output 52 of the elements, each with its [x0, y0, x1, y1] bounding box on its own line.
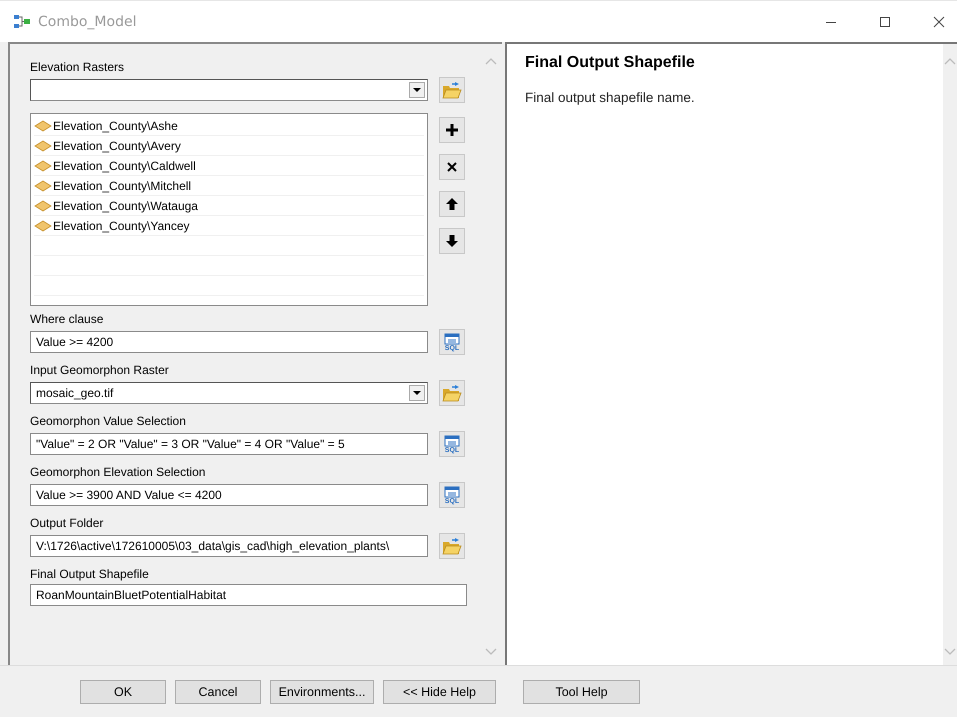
table-icon: [444, 434, 460, 446]
list-item[interactable]: Elevation_County\Ashe: [53, 118, 178, 132]
text-field[interactable]: RoanMountainBluetPotentialHabitat: [30, 584, 467, 606]
folder-icon: [442, 81, 462, 99]
close-icon: [445, 160, 459, 174]
dropdown-field[interactable]: [30, 79, 428, 101]
text-field[interactable]: "Value" = 2 OR "Value" = 3 OR "Value" = 4 OR "Value" = 5: [30, 433, 428, 455]
down-arrow-icon: [445, 234, 459, 248]
list-item[interactable]: Elevation_County\Caldwell: [53, 158, 196, 172]
raster-list[interactable]: Elevation_County\Ashe Elevation_County\Avery Elevation_County\Caldwell Elevation_County\Mitchell Elevation_County\Watauga Elevation_County\Yancey: [30, 113, 428, 306]
add-button[interactable]: [439, 117, 465, 143]
parameter-label: Geomorphon Elevation Selection: [30, 465, 206, 479]
table-icon: [444, 486, 460, 498]
dialog-button[interactable]: OK: [80, 680, 166, 704]
close-icon[interactable]: [933, 16, 945, 28]
raster-icon: [34, 220, 52, 232]
parameter-label: Elevation Rasters: [30, 60, 126, 74]
move-down-button[interactable]: [439, 228, 465, 254]
dialog-button[interactable]: Environments...: [270, 680, 374, 704]
raster-icon: [34, 200, 52, 212]
list-item[interactable]: Elevation_County\Yancey: [53, 218, 190, 232]
parameter-label: Output Folder: [30, 516, 104, 530]
table-icon: [444, 332, 460, 344]
remove-button[interactable]: [439, 154, 465, 180]
plus-icon: [445, 123, 459, 137]
dialog-button[interactable]: Cancel: [175, 680, 261, 704]
folder-icon: [442, 537, 462, 555]
raster-icon: [34, 120, 52, 132]
parameter-label: Input Geomorphon Raster: [30, 363, 170, 377]
list-item[interactable]: Elevation_County\Mitchell: [53, 178, 192, 192]
raster-icon: [34, 180, 52, 192]
list-item[interactable]: Elevation_County\Avery: [53, 138, 181, 152]
maximize-icon[interactable]: [879, 16, 891, 28]
model-icon: [14, 14, 30, 28]
dialog-button[interactable]: Tool Help: [523, 680, 640, 704]
parameter-label: Where clause: [30, 312, 104, 326]
window-title: Combo_Model: [38, 14, 136, 30]
help-text: Final output shapefile name.: [525, 90, 696, 105]
up-arrow-icon: [445, 197, 459, 211]
raster-icon: [34, 140, 52, 152]
dialog-button[interactable]: << Hide Help: [383, 680, 496, 704]
text-field[interactable]: Value >= 3900 AND Value <= 4200: [30, 484, 428, 506]
text-field[interactable]: V:\1726\active\172610005\03_data\gis_cad\high_elevation_plants\: [30, 535, 428, 557]
move-up-button[interactable]: [439, 191, 465, 217]
parameter-label: Final Output Shapefile: [30, 567, 150, 581]
parameter-label: Geomorphon Value Selection: [30, 414, 187, 428]
list-item[interactable]: Elevation_County\Watauga: [53, 198, 198, 212]
folder-icon: [442, 384, 462, 402]
help-title: Final Output Shapefile: [525, 54, 696, 72]
text-field[interactable]: Value >= 4200: [30, 331, 428, 353]
raster-icon: [34, 160, 52, 172]
dropdown-field[interactable]: mosaic_geo.tif: [30, 382, 428, 404]
